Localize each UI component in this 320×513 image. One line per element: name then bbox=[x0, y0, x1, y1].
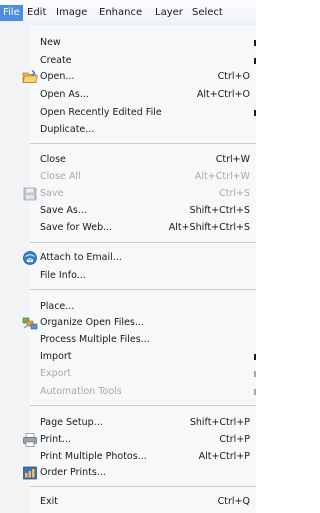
menu-item-create[interactable]: Create bbox=[0, 54, 256, 68]
menu-item-label: Organize Open Files... bbox=[40, 317, 144, 328]
menubar-image[interactable]: Image bbox=[56, 6, 87, 20]
menu-item-label: Place... bbox=[40, 301, 75, 312]
submenu-arrow-icon bbox=[254, 371, 256, 377]
menu-item-label: Print... bbox=[40, 434, 71, 445]
menu-item-label: Save As... bbox=[40, 205, 87, 216]
menu-item-close-all: Close All Alt+Ctrl+W bbox=[0, 170, 256, 184]
menu-item-page-setup[interactable]: Page Setup... Shift+Ctrl+P bbox=[0, 416, 256, 430]
menu-item-label: Close All bbox=[40, 171, 81, 182]
menu-item-shortcut: Alt+Ctrl+O bbox=[196, 89, 250, 100]
menu-item-open-recent[interactable]: Open Recently Edited File bbox=[0, 106, 256, 120]
menu-item-shortcut: Alt+Ctrl+P bbox=[198, 451, 250, 462]
menu-item-save: Save Ctrl+S bbox=[0, 187, 256, 201]
menu-item-open-as[interactable]: Open As... Alt+Ctrl+O bbox=[0, 88, 256, 102]
submenu-arrow-icon bbox=[254, 354, 256, 360]
menu-item-label: Attach to Email... bbox=[40, 252, 122, 263]
menu-item-automation-tools: Automation Tools bbox=[0, 385, 256, 399]
menu-item-duplicate[interactable]: Duplicate... bbox=[0, 123, 256, 137]
menu-item-place[interactable]: Place... bbox=[0, 300, 256, 314]
menu-item-shortcut: Shift+Ctrl+S bbox=[189, 205, 250, 216]
menubar-enhance[interactable]: Enhance bbox=[99, 6, 142, 20]
menu-item-open[interactable]: Open... Ctrl+O bbox=[0, 70, 256, 84]
menu-item-label: Automation Tools bbox=[40, 386, 122, 397]
menu-item-label: Export bbox=[40, 368, 72, 379]
menu-item-label: Open As... bbox=[40, 89, 89, 100]
printer-icon bbox=[22, 432, 38, 448]
menu-item-exit[interactable]: Exit Ctrl+Q bbox=[0, 495, 256, 509]
submenu-arrow-icon bbox=[254, 389, 256, 395]
menu-item-organize-open-files[interactable]: Organize Open Files... bbox=[0, 316, 256, 330]
menu-item-file-info[interactable]: File Info... bbox=[0, 269, 256, 283]
menu-item-close[interactable]: Close Ctrl+W bbox=[0, 153, 256, 167]
menu-item-label: File Info... bbox=[40, 270, 86, 281]
menu-item-shortcut: Ctrl+Q bbox=[217, 496, 250, 507]
email-attach-icon bbox=[22, 250, 38, 266]
menu-item-save-for-web[interactable]: Save for Web... Alt+Shift+Ctrl+S bbox=[0, 221, 256, 235]
menu-separator bbox=[30, 486, 256, 487]
menu-item-label: Import bbox=[40, 351, 72, 362]
menu-separator bbox=[30, 143, 256, 144]
menubar-file[interactable]: File bbox=[0, 5, 23, 21]
menu-item-label: Save for Web... bbox=[40, 222, 113, 233]
menu-separator bbox=[30, 242, 256, 243]
menu-item-process-multiple-files[interactable]: Process Multiple Files... bbox=[0, 333, 256, 347]
menu-item-label: Save bbox=[40, 188, 64, 199]
submenu-arrow-icon bbox=[254, 40, 256, 46]
menu-separator bbox=[30, 405, 256, 406]
menu-item-label: Order Prints... bbox=[40, 467, 106, 478]
menubar-layer[interactable]: Layer bbox=[155, 6, 183, 20]
menu-item-label: Open... bbox=[40, 71, 75, 82]
menu-item-shortcut: Alt+Ctrl+W bbox=[194, 171, 250, 182]
menu-item-label: Exit bbox=[40, 496, 58, 507]
menu-item-label: Print Multiple Photos... bbox=[40, 451, 147, 462]
menu-item-shortcut: Ctrl+S bbox=[219, 188, 250, 199]
menu-item-print[interactable]: Print... Ctrl+P bbox=[0, 433, 256, 447]
menu-item-shortcut: Shift+Ctrl+P bbox=[189, 417, 250, 428]
menu-item-attach-to-email[interactable]: Attach to Email... bbox=[0, 251, 256, 265]
menu-item-label: New bbox=[40, 37, 61, 48]
menu-item-label: Close bbox=[40, 154, 66, 165]
menu-item-label: Create bbox=[40, 55, 72, 66]
menu-item-shortcut: Ctrl+W bbox=[215, 154, 250, 165]
menu-item-import[interactable]: Import bbox=[0, 350, 256, 364]
menu-item-label: Process Multiple Files... bbox=[40, 334, 150, 345]
menubar-select[interactable]: Select bbox=[192, 6, 223, 20]
floppy-disk-icon bbox=[22, 186, 38, 202]
menu-item-shortcut: Ctrl+P bbox=[219, 434, 250, 445]
menu-item-new[interactable]: New bbox=[0, 36, 256, 50]
menu-bar: File Edit Image Enhance Layer Select bbox=[0, 0, 256, 25]
open-folder-icon bbox=[22, 69, 39, 85]
menu-item-order-prints[interactable]: Order Prints... bbox=[0, 466, 256, 480]
file-menu-dropdown: New Create Open... Ctrl+O Open As... Alt… bbox=[0, 25, 256, 513]
menu-item-label: Open Recently Edited File bbox=[40, 107, 162, 118]
menu-item-label: Duplicate... bbox=[40, 124, 95, 135]
menu-item-shortcut: Alt+Shift+Ctrl+S bbox=[168, 222, 250, 233]
menu-item-print-multiple-photos[interactable]: Print Multiple Photos... Alt+Ctrl+P bbox=[0, 450, 256, 464]
submenu-arrow-icon bbox=[254, 58, 256, 64]
menubar-edit[interactable]: Edit bbox=[27, 6, 46, 20]
organize-files-icon bbox=[22, 315, 38, 331]
menu-separator bbox=[30, 289, 256, 290]
submenu-arrow-icon bbox=[254, 110, 256, 116]
menu-item-export: Export bbox=[0, 367, 256, 381]
menu-item-label: Page Setup... bbox=[40, 417, 103, 428]
menu-item-save-as[interactable]: Save As... Shift+Ctrl+S bbox=[0, 204, 256, 218]
order-prints-icon bbox=[22, 465, 38, 481]
menu-item-shortcut: Ctrl+O bbox=[217, 71, 250, 82]
